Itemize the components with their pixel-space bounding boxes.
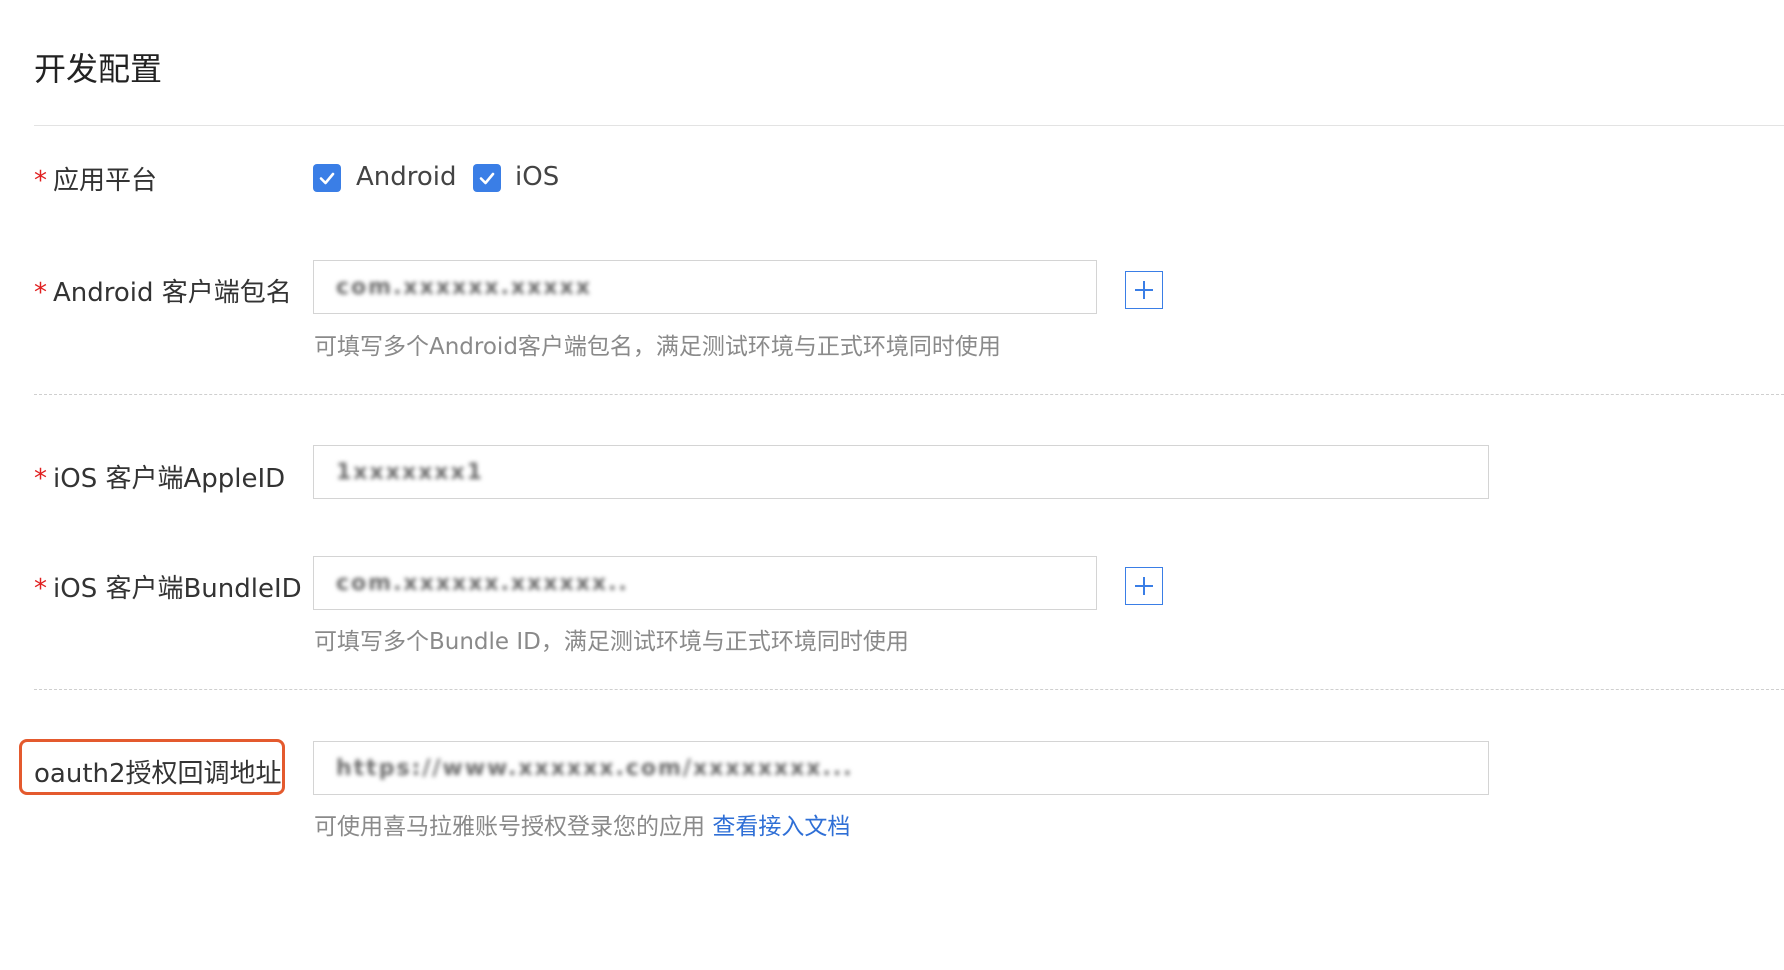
required-mark: * <box>34 574 47 604</box>
ios-appleid-label: iOS 客户端AppleID <box>53 464 286 494</box>
ios-bundleid-hint: 可填写多个Bundle ID，满足测试环境与正式环境同时使用 <box>314 629 909 655</box>
platform-label: 应用平台 <box>53 166 158 196</box>
android-package-value: com.xxxxxx.xxxxx <box>336 274 592 300</box>
android-package-hint: 可填写多个Android客户端包名，满足测试环境与正式环境同时使用 <box>314 334 1001 360</box>
plus-icon <box>1135 577 1153 595</box>
android-package-label: Android 客户端包名 <box>53 278 292 308</box>
required-mark: * <box>34 464 47 494</box>
android-package-label-row: * Android 客户端包名 <box>34 272 292 309</box>
ios-bundleid-input[interactable]: com.xxxxxx.xxxxxx.. <box>313 556 1097 610</box>
oauth-callback-value: https://www.xxxxxx.com/xxxxxxxx... <box>336 755 854 781</box>
platform-label-row: * 应用平台 <box>34 160 157 197</box>
oauth-label: oauth2授权回调地址 <box>34 759 282 789</box>
section-divider <box>34 689 1784 690</box>
ios-appleid-input[interactable]: 1xxxxxxx1 <box>313 445 1489 499</box>
oauth-hint-text: 可使用喜马拉雅账号授权登录您的应用 <box>314 814 705 840</box>
view-docs-link[interactable]: 查看接入文档 <box>712 814 850 840</box>
ios-checkbox[interactable] <box>473 164 501 192</box>
add-android-package-button[interactable] <box>1125 271 1163 309</box>
required-mark: * <box>34 278 47 308</box>
section-divider <box>34 394 1784 395</box>
ios-appleid-label-row: * iOS 客户端AppleID <box>34 458 285 495</box>
oauth-hint: 可使用喜马拉雅账号授权登录您的应用 查看接入文档 <box>314 807 850 841</box>
ios-bundleid-label: iOS 客户端BundleID <box>53 574 302 604</box>
android-checkbox-label[interactable]: Android <box>356 162 457 192</box>
check-icon <box>479 172 495 185</box>
plus-icon <box>1135 281 1153 299</box>
android-checkbox[interactable] <box>313 164 341 192</box>
ios-bundleid-label-row: * iOS 客户端BundleID <box>34 568 302 605</box>
title-divider <box>34 125 1784 126</box>
android-package-input[interactable]: com.xxxxxx.xxxxx <box>313 260 1097 314</box>
check-icon <box>319 172 335 185</box>
ios-bundleid-value: com.xxxxxx.xxxxxx.. <box>336 570 629 596</box>
add-ios-bundleid-button[interactable] <box>1125 567 1163 605</box>
oauth-callback-input[interactable]: https://www.xxxxxx.com/xxxxxxxx... <box>313 741 1489 795</box>
required-mark: * <box>34 166 47 196</box>
ios-appleid-value: 1xxxxxxx1 <box>336 459 484 485</box>
page-title: 开发配置 <box>34 50 163 88</box>
ios-checkbox-label[interactable]: iOS <box>515 162 559 192</box>
